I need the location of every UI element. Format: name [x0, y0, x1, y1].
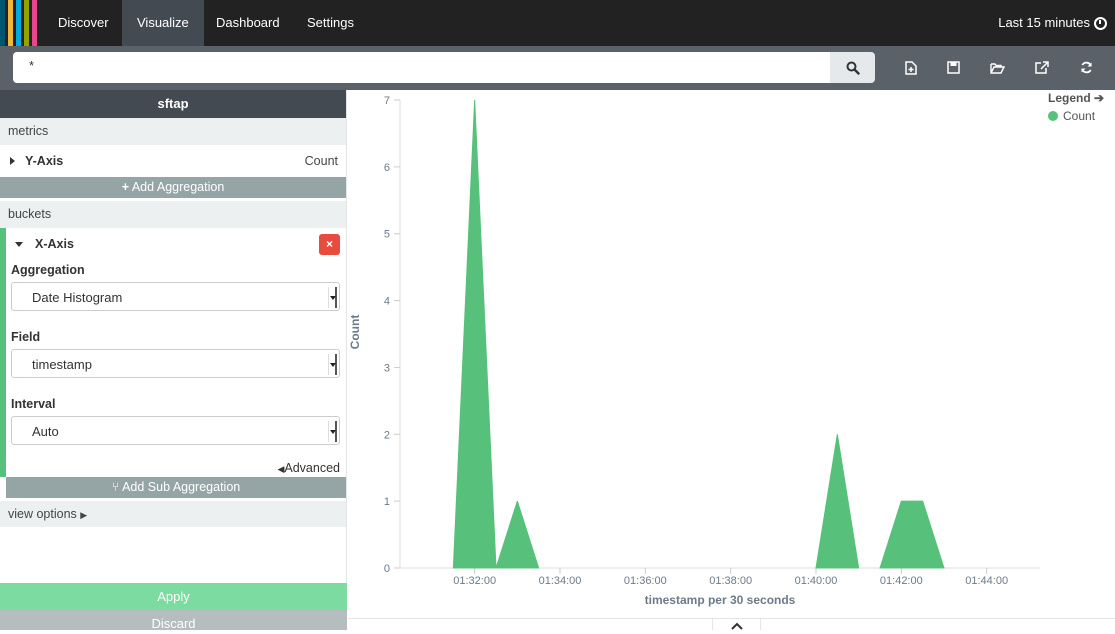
advanced-label: Advanced: [284, 461, 340, 475]
view-options-toggle[interactable]: view options ▶: [0, 501, 346, 527]
caret-right-icon: ▶: [80, 510, 88, 520]
refresh-icon: [1080, 61, 1092, 74]
y-tick-label: 6: [384, 162, 390, 174]
tab-dashboard[interactable]: Dashboard: [201, 0, 295, 46]
x-tick-label: 01:42:00: [880, 575, 923, 587]
x-axis-label: timestamp per 30 seconds: [645, 593, 796, 607]
save-icon: [946, 61, 960, 74]
field-select[interactable]: timestamp: [11, 349, 340, 378]
logo-stripe: [24, 0, 29, 46]
clock-icon: [1094, 16, 1107, 30]
index-pattern-title: sftap: [0, 90, 346, 118]
advanced-toggle[interactable]: ◀Advanced: [11, 459, 340, 477]
x-tick-label: 01:32:00: [453, 575, 496, 587]
save-button[interactable]: [933, 52, 973, 83]
open-icon: [989, 62, 1005, 74]
y-tick-label: 3: [384, 362, 390, 374]
logo-stripe: [0, 0, 5, 46]
y-tick-label: 5: [384, 229, 390, 241]
refresh-button[interactable]: [1066, 52, 1106, 83]
x-axis-header[interactable]: X-Axis ×: [11, 228, 340, 260]
x-tick-label: 01:44:00: [965, 575, 1008, 587]
y-axis-value: Count: [304, 154, 338, 168]
logo-stripe: [8, 0, 13, 46]
discard-button[interactable]: Discard: [0, 610, 347, 630]
legend-color-dot: [1048, 111, 1058, 121]
remove-aggregation-button[interactable]: ×: [319, 233, 340, 255]
share-button[interactable]: [1022, 52, 1062, 83]
y-tick-label: 4: [384, 296, 390, 308]
branch-icon: ⑂: [111, 480, 120, 494]
top-navbar: Discover Visualize Dashboard Settings La…: [0, 0, 1115, 46]
legend-title: Legend: [1048, 91, 1091, 105]
visualization-area: 0 1 2 3 4 5 6 7 01:32:00 01:34:00 01:36:00 01:38:0…: [348, 90, 1115, 630]
add-sub-aggregation-button[interactable]: ⑂ Add Sub Aggregation: [6, 477, 346, 498]
open-button[interactable]: [977, 52, 1017, 83]
y-tick-label: 7: [384, 95, 390, 107]
search-bar: *: [0, 46, 1115, 90]
count-series-area[interactable]: [452, 99, 945, 569]
field-select-value: timestamp: [32, 357, 92, 372]
add-aggregation-label: Add Aggregation: [131, 180, 225, 194]
search-icon: [846, 61, 860, 75]
buckets-section-header: buckets: [0, 201, 346, 228]
caret-down-icon[interactable]: [15, 241, 23, 247]
add-sub-aggregation-label: Add Sub Aggregation: [122, 480, 241, 494]
tab-visualize[interactable]: Visualize: [122, 0, 204, 46]
chevron-up-icon: [731, 622, 743, 630]
x-tick-label: 01:34:00: [539, 575, 582, 587]
x-tick-label: 01:38:00: [709, 575, 752, 587]
legend-toggle[interactable]: Legend ➔: [1048, 91, 1104, 105]
apply-button[interactable]: Apply: [0, 583, 347, 610]
plus-icon: +: [121, 180, 130, 194]
x-axis-title: X-Axis: [35, 237, 74, 251]
interval-select[interactable]: Auto: [11, 416, 340, 445]
new-visualization-icon: [905, 60, 917, 75]
logo-stripe: [32, 0, 37, 46]
aggregation-select[interactable]: Date Histogram: [11, 282, 340, 311]
y-axis-label: Count: [348, 315, 362, 350]
dropdown-arrow-icon: [328, 421, 337, 442]
interval-label: Interval: [11, 397, 56, 411]
legend-collapse-icon: ➔: [1094, 91, 1105, 105]
y-tick-label: 1: [384, 496, 390, 508]
legend-item-count[interactable]: Count: [1048, 109, 1095, 123]
view-options-label: view options: [8, 507, 77, 521]
share-icon: [1035, 61, 1049, 74]
aggregation-select-value: Date Histogram: [32, 290, 123, 305]
editor-sidebar: sftap metrics Y-Axis Count + Add Aggrega…: [0, 90, 347, 630]
dropdown-arrow-icon: [328, 287, 337, 308]
new-visualization-button[interactable]: [891, 52, 931, 83]
tab-settings[interactable]: Settings: [292, 0, 369, 46]
time-picker[interactable]: Last 15 minutes: [998, 0, 1107, 46]
query-input[interactable]: *: [13, 52, 830, 83]
caret-right-icon[interactable]: [10, 157, 15, 165]
y-axis-aggregation[interactable]: Y-Axis Count: [0, 145, 346, 177]
legend-item-label: Count: [1063, 109, 1096, 123]
tab-discover[interactable]: Discover: [43, 0, 124, 46]
y-axis-title: Y-Axis: [25, 154, 64, 168]
interval-select-value: Auto: [32, 424, 59, 439]
y-tick-label: 0: [384, 563, 390, 575]
logo-stripe: [16, 0, 21, 46]
search-button[interactable]: [830, 52, 875, 83]
x-tick-label: 01:40:00: [795, 575, 838, 587]
field-label: Field: [11, 330, 41, 344]
add-aggregation-button[interactable]: + Add Aggregation: [0, 177, 346, 198]
time-range-label: Last 15 minutes: [998, 15, 1090, 30]
area-chart: 0 1 2 3 4 5 6 7 01:32:00 01:34:00 01:36:00 01:38:0…: [348, 95, 1040, 607]
kibana-logo[interactable]: [0, 0, 44, 46]
x-axis-aggregation: X-Axis × Aggregation Date Histogram Fiel…: [0, 228, 346, 477]
x-tick-label: 01:36:00: [624, 575, 667, 587]
y-tick-label: 2: [384, 429, 390, 441]
aggregation-label: Aggregation: [11, 263, 85, 277]
metrics-section-header: metrics: [0, 118, 346, 145]
spy-toggle-button[interactable]: [712, 618, 761, 630]
dropdown-arrow-icon: [328, 354, 337, 375]
